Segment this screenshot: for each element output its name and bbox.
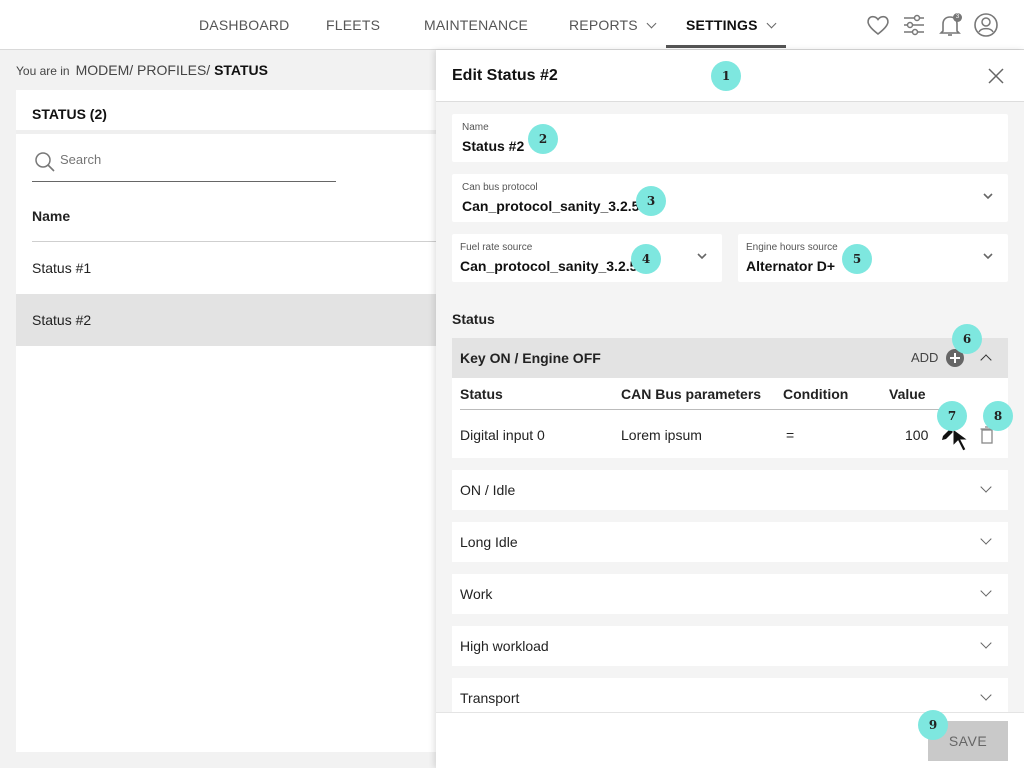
fuel-rate-source-value: Can_protocol_sanity_3.2.5 <box>460 258 638 274</box>
filter-sliders-icon[interactable] <box>901 12 927 38</box>
name-label: Name <box>462 122 489 133</box>
nav-reports[interactable]: REPORTS <box>569 0 657 50</box>
accordion-title: ON / Idle <box>460 482 516 498</box>
cell-status: Digital input 0 <box>460 427 545 443</box>
cell-condition: = <box>786 427 795 443</box>
accordion-title: High workload <box>460 638 549 654</box>
status-group-work[interactable]: Work <box>452 574 1008 614</box>
add-label[interactable]: ADD <box>911 338 938 378</box>
accordion-header[interactable]: Long Idle <box>452 522 1008 562</box>
annotation-marker-7: 7 <box>937 401 967 431</box>
breadcrumb: You are in MODEM/ PROFILES/ STATUS <box>16 62 268 78</box>
can-bus-protocol-label: Can bus protocol <box>462 182 538 193</box>
accordion-title: Key ON / Engine OFF <box>460 350 601 366</box>
breadcrumb-path[interactable]: MODEM/ PROFILES/ <box>76 62 211 78</box>
engine-hours-source-select[interactable]: Engine hours source Alternator D+ <box>738 234 1008 282</box>
accordion-title: Work <box>460 586 493 602</box>
column-header-can-bus-parameters: CAN Bus parameters <box>621 386 762 402</box>
edit-status-drawer: Edit Status #2 Name Status #2 Can bus pr… <box>436 50 1024 768</box>
heart-icon[interactable] <box>865 12 891 38</box>
cell-value: 100 <box>905 427 929 443</box>
chevron-down-icon <box>980 689 992 701</box>
status-group-on-idle[interactable]: ON / Idle <box>452 470 1008 510</box>
chevron-down-icon <box>766 18 777 29</box>
search-input[interactable] <box>60 152 300 167</box>
breadcrumb-prefix: You are in <box>16 64 70 78</box>
nav-reports-label: REPORTS <box>569 17 638 33</box>
can-bus-protocol-value: Can_protocol_sanity_3.2.5 <box>462 198 640 214</box>
chevron-down-icon <box>983 193 993 200</box>
column-header-value: Value <box>889 386 926 402</box>
chevron-down-icon <box>980 481 992 493</box>
active-tab-indicator <box>666 45 786 48</box>
status-section-title: Status <box>452 311 495 327</box>
mouse-cursor-icon <box>952 428 970 452</box>
accordion-header[interactable]: Work <box>452 574 1008 614</box>
column-header-condition: Condition <box>783 386 849 402</box>
drawer-title: Edit Status #2 <box>452 67 558 84</box>
can-bus-protocol-select[interactable]: Can bus protocol Can_protocol_sanity_3.2… <box>452 174 1008 222</box>
status-group-key-on-engine-off: Key ON / Engine OFF ADD Status CAN Bus p… <box>452 338 1008 458</box>
accordion-title: Long Idle <box>460 534 518 550</box>
annotation-marker-5: 5 <box>842 244 872 274</box>
fuel-rate-source-select[interactable]: Fuel rate source Can_protocol_sanity_3.2… <box>452 234 722 282</box>
status-list-panel: STATUS (2) Name Status #1 Status #2 <box>16 90 436 752</box>
user-avatar-icon[interactable] <box>973 12 999 38</box>
status-list-header: STATUS (2) <box>16 90 436 134</box>
annotation-marker-3: 3 <box>636 186 666 216</box>
chevron-down-icon <box>980 637 992 649</box>
nav-settings-label: SETTINGS <box>686 17 758 33</box>
accordion-header[interactable]: Key ON / Engine OFF ADD <box>452 338 1008 378</box>
list-item[interactable]: Status #1 <box>16 242 436 294</box>
accordion-header[interactable]: ON / Idle <box>452 470 1008 510</box>
search-icon <box>35 152 55 172</box>
accordion-title: Transport <box>460 690 520 706</box>
chevron-down-icon <box>983 253 993 260</box>
engine-hours-source-label: Engine hours source <box>746 242 838 253</box>
annotation-marker-2: 2 <box>528 124 558 154</box>
status-group-high-workload[interactable]: High workload <box>452 626 1008 666</box>
annotation-marker-9: 9 <box>918 710 948 740</box>
name-value[interactable]: Status #2 <box>462 138 524 154</box>
annotation-marker-4: 4 <box>631 244 661 274</box>
nav-fleets[interactable]: FLEETS <box>326 0 380 50</box>
chevron-down-icon <box>980 585 992 597</box>
list-item-selected[interactable]: Status #2 <box>16 294 436 346</box>
nav-settings[interactable]: SETTINGS <box>686 0 777 50</box>
search-field[interactable] <box>32 146 336 182</box>
chevron-down-icon <box>646 18 657 29</box>
annotation-marker-6: 6 <box>952 324 982 354</box>
table-header-divider <box>460 409 944 410</box>
close-icon[interactable] <box>988 68 1004 84</box>
engine-hours-source-value: Alternator D+ <box>746 258 836 274</box>
annotation-marker-1: 1 <box>711 61 741 91</box>
cell-can-bus-parameter: Lorem ipsum <box>621 427 702 443</box>
chevron-up-icon[interactable] <box>980 354 992 366</box>
status-table: Status CAN Bus parameters Condition Valu… <box>452 378 1008 458</box>
accordion-header[interactable]: High workload <box>452 626 1008 666</box>
chevron-down-icon <box>980 533 992 545</box>
annotation-marker-8: 8 <box>983 401 1013 431</box>
nav-dashboard[interactable]: DASHBOARD <box>199 0 289 50</box>
chevron-down-icon <box>697 253 707 260</box>
name-column-header[interactable]: Name <box>32 208 70 224</box>
fuel-rate-source-label: Fuel rate source <box>460 242 533 253</box>
status-group-long-idle[interactable]: Long Idle <box>452 522 1008 562</box>
notification-badge: 3 <box>953 13 962 22</box>
nav-maintenance[interactable]: MAINTENANCE <box>424 0 528 50</box>
top-navigation: DASHBOARD FLEETS MAINTENANCE REPORTS SET… <box>0 0 1024 50</box>
column-header-status: Status <box>460 386 503 402</box>
breadcrumb-current: STATUS <box>214 62 268 78</box>
